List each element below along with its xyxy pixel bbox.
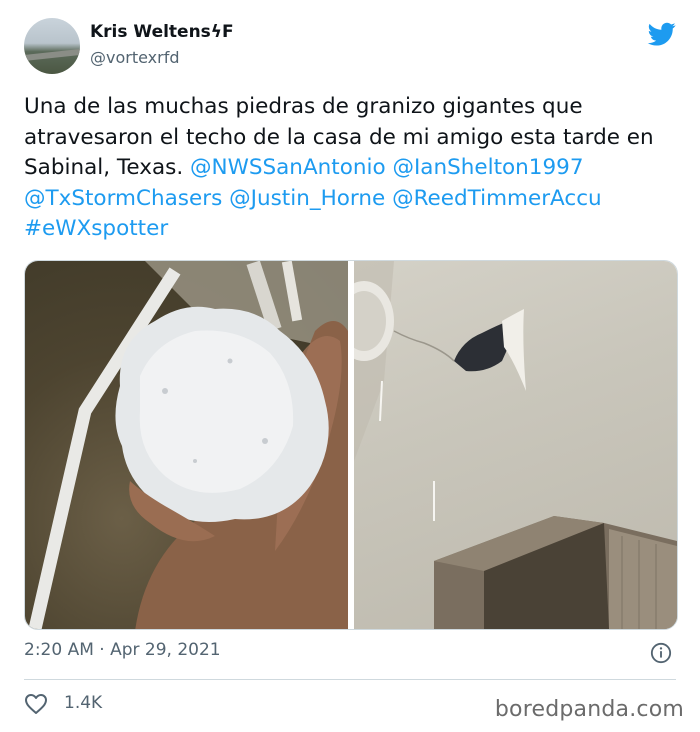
media-grid xyxy=(24,260,678,630)
mention-txstormchasers[interactable]: @TxStormChasers xyxy=(24,186,222,211)
ceiling-photo[interactable] xyxy=(354,261,677,629)
info-icon[interactable] xyxy=(650,642,672,664)
divider xyxy=(24,679,676,680)
tweet-timestamp[interactable]: 2:20 AM · Apr 29, 2021 xyxy=(24,640,221,660)
like-count: 1.4K xyxy=(64,693,103,713)
hailstone-illustration xyxy=(28,261,348,629)
mention-reedtimmeraccu[interactable]: @ReedTimmerAccu xyxy=(392,186,602,211)
tweet-text: Una de las muchas piedras de granizo gig… xyxy=(24,92,684,245)
twitter-bird-icon[interactable] xyxy=(646,20,678,48)
mention-nwssanantonio[interactable]: @NWSSanAntonio xyxy=(190,155,386,180)
hashtag-ewxspotter[interactable]: #eWXspotter xyxy=(24,216,168,241)
avatar[interactable] xyxy=(24,18,80,74)
mention-justin-horne[interactable]: @Justin_Horne xyxy=(229,186,385,211)
ceiling-illustration xyxy=(354,261,677,629)
author-handle[interactable]: @vortexrfd xyxy=(90,48,180,67)
hailstone-photo[interactable] xyxy=(25,261,348,629)
heart-icon[interactable] xyxy=(24,693,48,715)
mention-ianshelton1997[interactable]: @IanShelton1997 xyxy=(392,155,583,180)
watermark: boredpanda.com xyxy=(494,697,684,722)
author-display-name[interactable]: Kris WeltensϟF xyxy=(90,22,234,42)
